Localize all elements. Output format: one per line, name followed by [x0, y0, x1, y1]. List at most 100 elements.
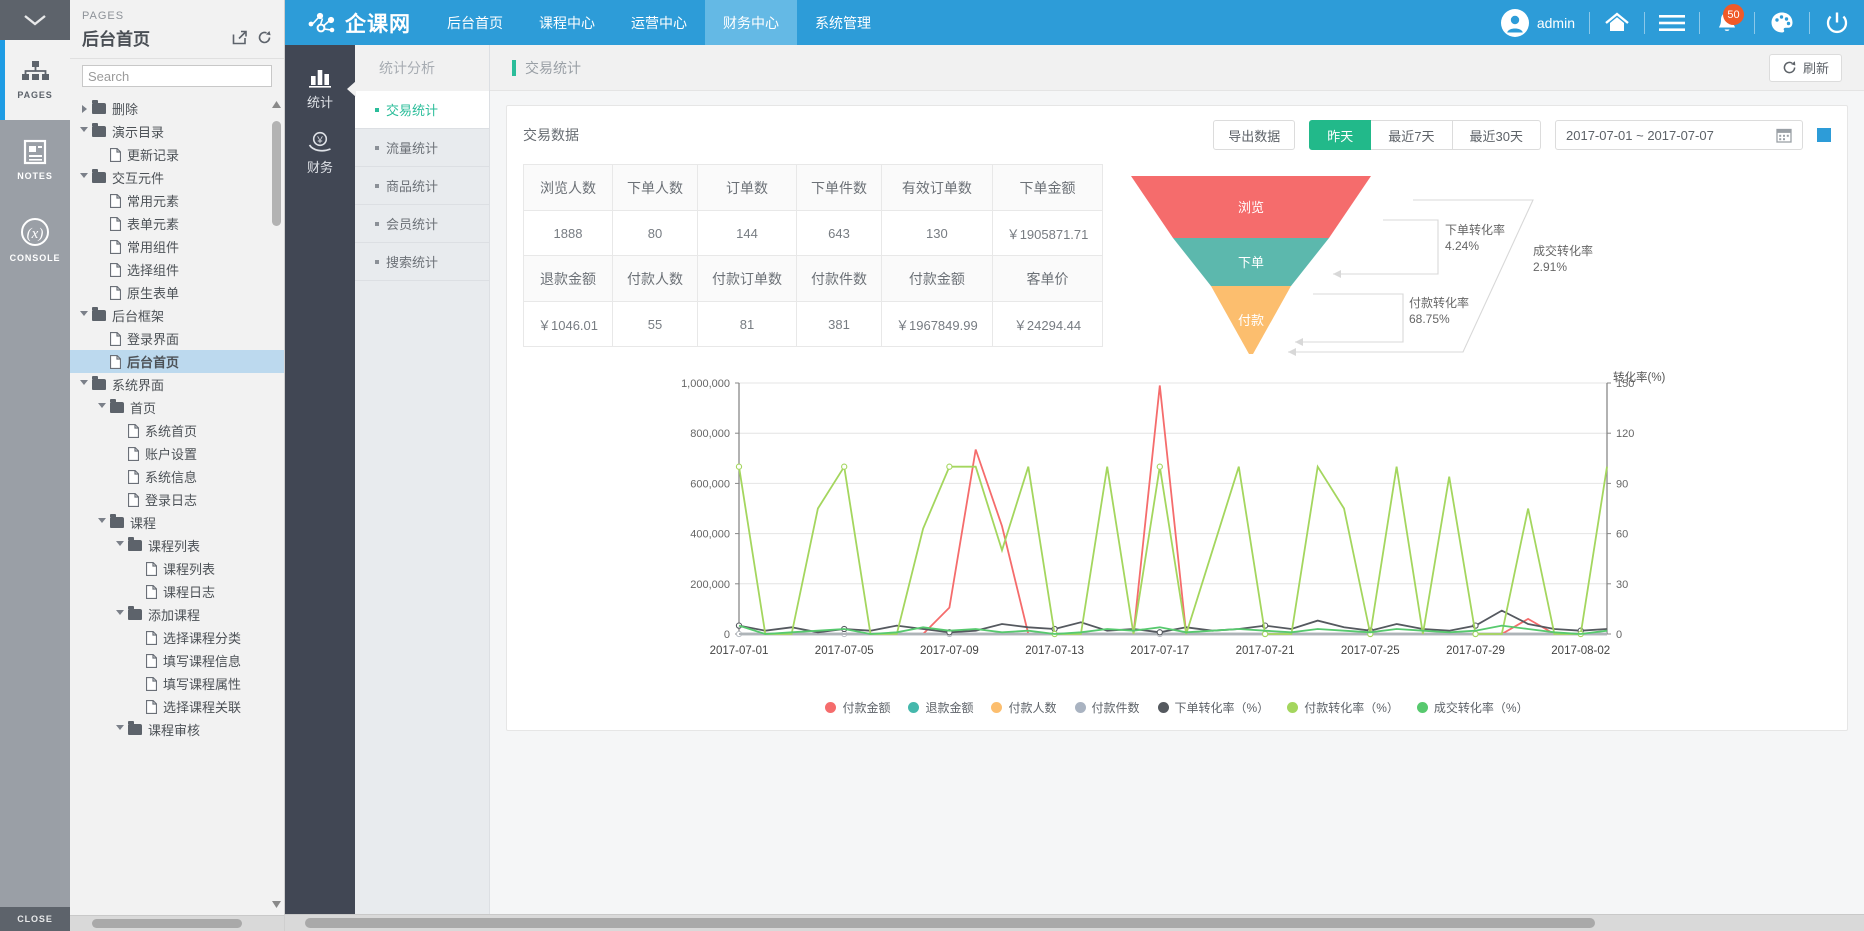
home-icon[interactable] [1590, 0, 1644, 45]
page-tree[interactable]: 删除 演示目录 更新记录 交互元件 常用元素 表单元素 常用组件 选择组件 原生表单 后台框架 登录… [70, 93, 284, 915]
legend-item[interactable]: 退款金额 [908, 699, 973, 716]
tree-page[interactable]: 常用组件 [70, 235, 284, 258]
tree-page[interactable]: 选择课程分类 [70, 626, 284, 649]
tree-page[interactable]: 选择组件 [70, 258, 284, 281]
chevron-down-icon[interactable] [76, 173, 92, 182]
scroll-down-arrow[interactable] [272, 899, 281, 909]
tree-page[interactable]: 后台首页 [70, 350, 284, 373]
range-last30days[interactable]: 最近30天 [1452, 120, 1541, 150]
legend-item[interactable]: 付款件数 [1074, 699, 1140, 716]
tree-page[interactable]: 选择课程关联 [70, 695, 284, 718]
tree-item-label: 课程列表 [148, 539, 201, 554]
open-in-new-icon[interactable] [232, 30, 247, 45]
tree-folder[interactable]: 课程列表 [70, 534, 284, 557]
tree-folder[interactable]: 后台框架 [70, 304, 284, 327]
palette-icon[interactable] [1755, 0, 1809, 45]
chevron-down-icon[interactable] [76, 311, 92, 320]
rail-item-notes[interactable]: NOTES [0, 120, 70, 200]
tree-scrollbar[interactable] [272, 99, 281, 909]
brand[interactable]: 企课网 [285, 8, 429, 38]
topnav-item-2[interactable]: 运营中心 [613, 0, 705, 45]
legend-item[interactable]: 下单转化率（%） [1157, 699, 1269, 716]
tree-folder[interactable]: 课程 [70, 511, 284, 534]
chevron-right-icon[interactable] [76, 104, 92, 113]
tree-folder[interactable]: 课程审核 [70, 718, 284, 741]
legend-item[interactable]: 付款转化率（%） [1287, 699, 1399, 716]
tree-page[interactable]: 系统信息 [70, 465, 284, 488]
tree-folder[interactable]: 系统界面 [70, 373, 284, 396]
prototype-horizontal-scrollbar[interactable] [285, 914, 1864, 931]
tree-folder[interactable]: 添加课程 [70, 603, 284, 626]
tree-page[interactable]: 填写课程属性 [70, 672, 284, 695]
close-panel-button[interactable]: CLOSE [0, 907, 70, 931]
bell-icon[interactable]: 50 [1700, 0, 1754, 45]
tree-page[interactable]: 课程列表 [70, 557, 284, 580]
tree-page[interactable]: 原生表单 [70, 281, 284, 304]
tree-folder[interactable]: 删除 [70, 97, 284, 120]
sub-nav-item-product-label: 商品统计 [386, 179, 439, 194]
tree-page[interactable]: 登录界面 [70, 327, 284, 350]
sub-nav-item-transaction[interactable]: 交易统计 [355, 91, 489, 129]
reload-icon[interactable] [257, 30, 272, 45]
legend-item[interactable]: 付款人数 [991, 699, 1057, 716]
topnav-item-1[interactable]: 课程中心 [521, 0, 613, 45]
rail-item-console[interactable]: (x) CONSOLE [0, 200, 70, 280]
table-header-row-1: 浏览人数 下单人数 订单数 下单件数 有效订单数 下单金额 [523, 164, 1104, 211]
page-icon [110, 354, 121, 369]
tree-folder[interactable]: 首页 [70, 396, 284, 419]
legend-item[interactable]: 成交转化率（%） [1416, 699, 1529, 716]
tree-folder[interactable]: 演示目录 [70, 120, 284, 143]
sub-nav-item-member[interactable]: 会员统计 [355, 205, 489, 243]
tree-page[interactable]: 表单元素 [70, 212, 284, 235]
sub-nav-item-product[interactable]: 商品统计 [355, 167, 489, 205]
tree-page[interactable]: 系统首页 [70, 419, 284, 442]
hamburger-menu-icon[interactable] [1645, 0, 1699, 45]
collapse-panel-button[interactable] [0, 0, 70, 40]
td-orders: 144 [697, 210, 797, 256]
sub-nav-item-traffic[interactable]: 流量统计 [355, 129, 489, 167]
chevron-down-icon[interactable] [76, 380, 92, 389]
export-data-button[interactable]: 导出数据 [1213, 120, 1296, 150]
chevron-down-icon[interactable] [112, 610, 128, 619]
search-input[interactable] [82, 65, 272, 87]
rail-item-pages[interactable]: PAGES [0, 40, 70, 120]
topnav-item-4[interactable]: 系统管理 [797, 0, 889, 45]
power-icon[interactable] [1810, 0, 1864, 45]
tree-page[interactable]: 常用元素 [70, 189, 284, 212]
module-item-finance[interactable]: ￥ 财务 [285, 121, 355, 185]
topnav-item-0[interactable]: 后台首页 [429, 0, 521, 45]
close-panel-label: CLOSE [17, 914, 53, 924]
pages-horizontal-scrollbar[interactable] [70, 915, 284, 931]
sub-nav-item-search[interactable]: 搜索统计 [355, 243, 489, 281]
chevron-down-icon[interactable] [112, 725, 128, 734]
range-yesterday[interactable]: 昨天 [1309, 120, 1372, 150]
tree-page[interactable]: 填写课程信息 [70, 649, 284, 672]
refresh-button[interactable]: 刷新 [1768, 53, 1842, 82]
table-value-row-2: ￥1046.01 55 81 381 ￥1967849.99 ￥24294.44 [523, 301, 1104, 347]
module-item-statistics[interactable]: 统计 [285, 57, 355, 121]
tree-page[interactable]: 账户设置 [70, 442, 284, 465]
svg-text:付款: 付款 [1238, 313, 1264, 328]
date-range-picker[interactable]: 2017-07-01 ~ 2017-07-07 [1555, 120, 1803, 150]
scroll-up-arrow[interactable] [272, 99, 281, 109]
disclosure-triangle [81, 104, 87, 113]
tree-page[interactable]: 更新记录 [70, 143, 284, 166]
tree-page[interactable]: 课程日志 [70, 580, 284, 603]
range-last7days[interactable]: 最近7天 [1371, 120, 1453, 150]
tree-page[interactable]: 登录日志 [70, 488, 284, 511]
chevron-down-icon[interactable] [94, 518, 110, 527]
tree-folder[interactable]: 交互元件 [70, 166, 284, 189]
chevron-down-icon[interactable] [112, 541, 128, 550]
legend-item[interactable]: 付款金额 [825, 699, 890, 716]
chevron-down-icon[interactable] [76, 127, 92, 136]
svg-text:800,000: 800,000 [690, 428, 730, 440]
chevron-down-icon[interactable] [94, 403, 110, 412]
page-icon [110, 216, 121, 231]
prototype-hscrollbar-thumb[interactable] [305, 918, 1595, 928]
disclosure-triangle [116, 610, 124, 619]
scrollbar-thumb[interactable] [272, 121, 281, 226]
grid-toggle-icon[interactable] [1817, 128, 1831, 142]
topnav-item-3[interactable]: 财务中心 [705, 0, 797, 45]
user-menu[interactable]: admin [1487, 8, 1589, 37]
pages-hscrollbar-thumb[interactable] [92, 919, 242, 928]
